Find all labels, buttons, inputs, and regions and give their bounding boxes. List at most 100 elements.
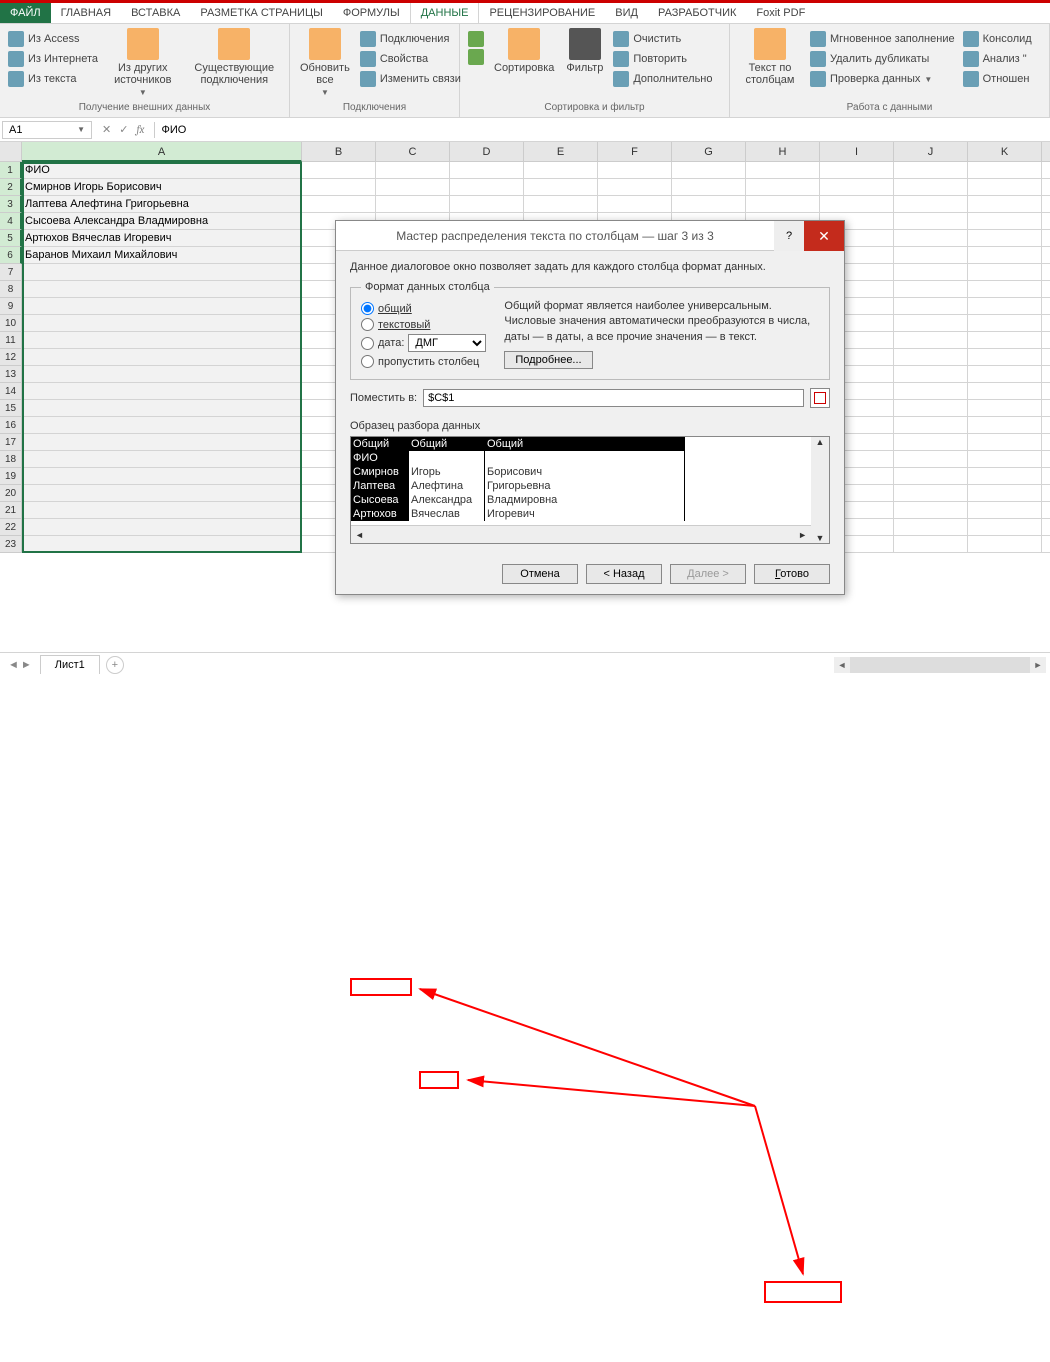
sort-desc-button[interactable]: [466, 48, 486, 66]
cell-J17[interactable]: [894, 434, 968, 451]
cell-A17[interactable]: [22, 434, 302, 451]
cell-J1[interactable]: [894, 162, 968, 179]
cell-L6[interactable]: [1042, 247, 1050, 264]
cell-A8[interactable]: [22, 281, 302, 298]
cell-J23[interactable]: [894, 536, 968, 553]
cell-K17[interactable]: [968, 434, 1042, 451]
row-header-13[interactable]: 13: [0, 366, 22, 383]
cell-L18[interactable]: [1042, 451, 1050, 468]
advanced-filter-button[interactable]: Дополнительно: [611, 70, 714, 88]
cell-K9[interactable]: [968, 298, 1042, 315]
cell-D1[interactable]: [450, 162, 524, 179]
col-header-B[interactable]: B: [302, 142, 376, 162]
cell-A1[interactable]: ФИО: [22, 162, 302, 179]
col-header-F[interactable]: F: [598, 142, 672, 162]
cell-I3[interactable]: [820, 196, 894, 213]
flash-fill-button[interactable]: Мгновенное заполнение: [808, 30, 957, 48]
row-header-4[interactable]: 4: [0, 213, 22, 230]
tab-formulas[interactable]: ФОРМУЛЫ: [333, 3, 410, 23]
cell-K7[interactable]: [968, 264, 1042, 281]
existing-conns-button[interactable]: Существующие подключения: [186, 26, 283, 88]
cell-J8[interactable]: [894, 281, 968, 298]
cell-I2[interactable]: [820, 179, 894, 196]
more-info-button[interactable]: Подробнее...: [504, 351, 592, 369]
cell-A14[interactable]: [22, 383, 302, 400]
preview-hscroll-right-icon[interactable]: ►: [794, 530, 811, 540]
row-header-18[interactable]: 18: [0, 451, 22, 468]
radio-text[interactable]: текстовый: [361, 318, 486, 331]
cell-K5[interactable]: [968, 230, 1042, 247]
cell-L12[interactable]: [1042, 349, 1050, 366]
date-format-combo[interactable]: ДМГ: [408, 334, 486, 352]
cell-J9[interactable]: [894, 298, 968, 315]
cell-A15[interactable]: [22, 400, 302, 417]
preview-vscroll-down-icon[interactable]: ▼: [816, 533, 825, 543]
tab-data[interactable]: ДАННЫЕ: [410, 3, 480, 23]
cell-L14[interactable]: [1042, 383, 1050, 400]
cell-L11[interactable]: [1042, 332, 1050, 349]
cell-J11[interactable]: [894, 332, 968, 349]
radio-date-input[interactable]: [361, 337, 374, 350]
radio-date[interactable]: дата: ДМГ: [361, 334, 486, 352]
cell-H3[interactable]: [746, 196, 820, 213]
cell-A12[interactable]: [22, 349, 302, 366]
cell-K20[interactable]: [968, 485, 1042, 502]
row-header-1[interactable]: 1: [0, 162, 22, 179]
col-header-H[interactable]: H: [746, 142, 820, 162]
edit-links-button[interactable]: Изменить связи: [358, 70, 463, 88]
row-header-16[interactable]: 16: [0, 417, 22, 434]
cell-C3[interactable]: [376, 196, 450, 213]
cell-J20[interactable]: [894, 485, 968, 502]
cell-E1[interactable]: [524, 162, 598, 179]
refresh-all-button[interactable]: Обновить все▼: [296, 26, 354, 99]
cell-J12[interactable]: [894, 349, 968, 366]
hscroll-track[interactable]: [850, 657, 1030, 673]
preview-hscroll-left-icon[interactable]: ◄: [351, 530, 368, 540]
cell-L7[interactable]: [1042, 264, 1050, 281]
cell-J4[interactable]: [894, 213, 968, 230]
cell-K21[interactable]: [968, 502, 1042, 519]
row-header-14[interactable]: 14: [0, 383, 22, 400]
cell-H2[interactable]: [746, 179, 820, 196]
cell-L5[interactable]: [1042, 230, 1050, 247]
cell-G2[interactable]: [672, 179, 746, 196]
tab-developer[interactable]: РАЗРАБОТЧИК: [648, 3, 746, 23]
back-button[interactable]: < Назад: [586, 564, 662, 584]
cell-L10[interactable]: [1042, 315, 1050, 332]
whatif-button[interactable]: Анализ ": [961, 50, 1034, 68]
cell-F2[interactable]: [598, 179, 672, 196]
row-header-9[interactable]: 9: [0, 298, 22, 315]
cell-L19[interactable]: [1042, 468, 1050, 485]
row-header-17[interactable]: 17: [0, 434, 22, 451]
cell-K12[interactable]: [968, 349, 1042, 366]
next-button[interactable]: Далее >: [670, 564, 746, 584]
cell-A23[interactable]: [22, 536, 302, 553]
cell-A20[interactable]: [22, 485, 302, 502]
cell-B2[interactable]: [302, 179, 376, 196]
col-header-J[interactable]: J: [894, 142, 968, 162]
remove-dupes-button[interactable]: Удалить дубликаты: [808, 50, 957, 68]
tab-insert[interactable]: ВСТАВКА: [121, 3, 190, 23]
radio-skip-input[interactable]: [361, 355, 374, 368]
cell-A10[interactable]: [22, 315, 302, 332]
cell-L17[interactable]: [1042, 434, 1050, 451]
cell-K18[interactable]: [968, 451, 1042, 468]
select-all-corner[interactable]: [0, 142, 22, 162]
cell-F3[interactable]: [598, 196, 672, 213]
sheet-tab[interactable]: Лист1: [40, 655, 100, 674]
sort-button[interactable]: Сортировка: [490, 26, 558, 76]
connections-button[interactable]: Подключения: [358, 30, 463, 48]
cell-L16[interactable]: [1042, 417, 1050, 434]
row-header-11[interactable]: 11: [0, 332, 22, 349]
reapply-button[interactable]: Повторить: [611, 50, 714, 68]
dialog-help-button[interactable]: ?: [774, 221, 804, 251]
clear-filter-button[interactable]: Очистить: [611, 30, 714, 48]
cell-K22[interactable]: [968, 519, 1042, 536]
cell-J13[interactable]: [894, 366, 968, 383]
filter-button[interactable]: Фильтр: [562, 26, 607, 76]
cell-L13[interactable]: [1042, 366, 1050, 383]
row-header-20[interactable]: 20: [0, 485, 22, 502]
col-header-C[interactable]: C: [376, 142, 450, 162]
from-access-button[interactable]: Из Access: [6, 30, 100, 48]
destination-input[interactable]: [423, 389, 804, 407]
